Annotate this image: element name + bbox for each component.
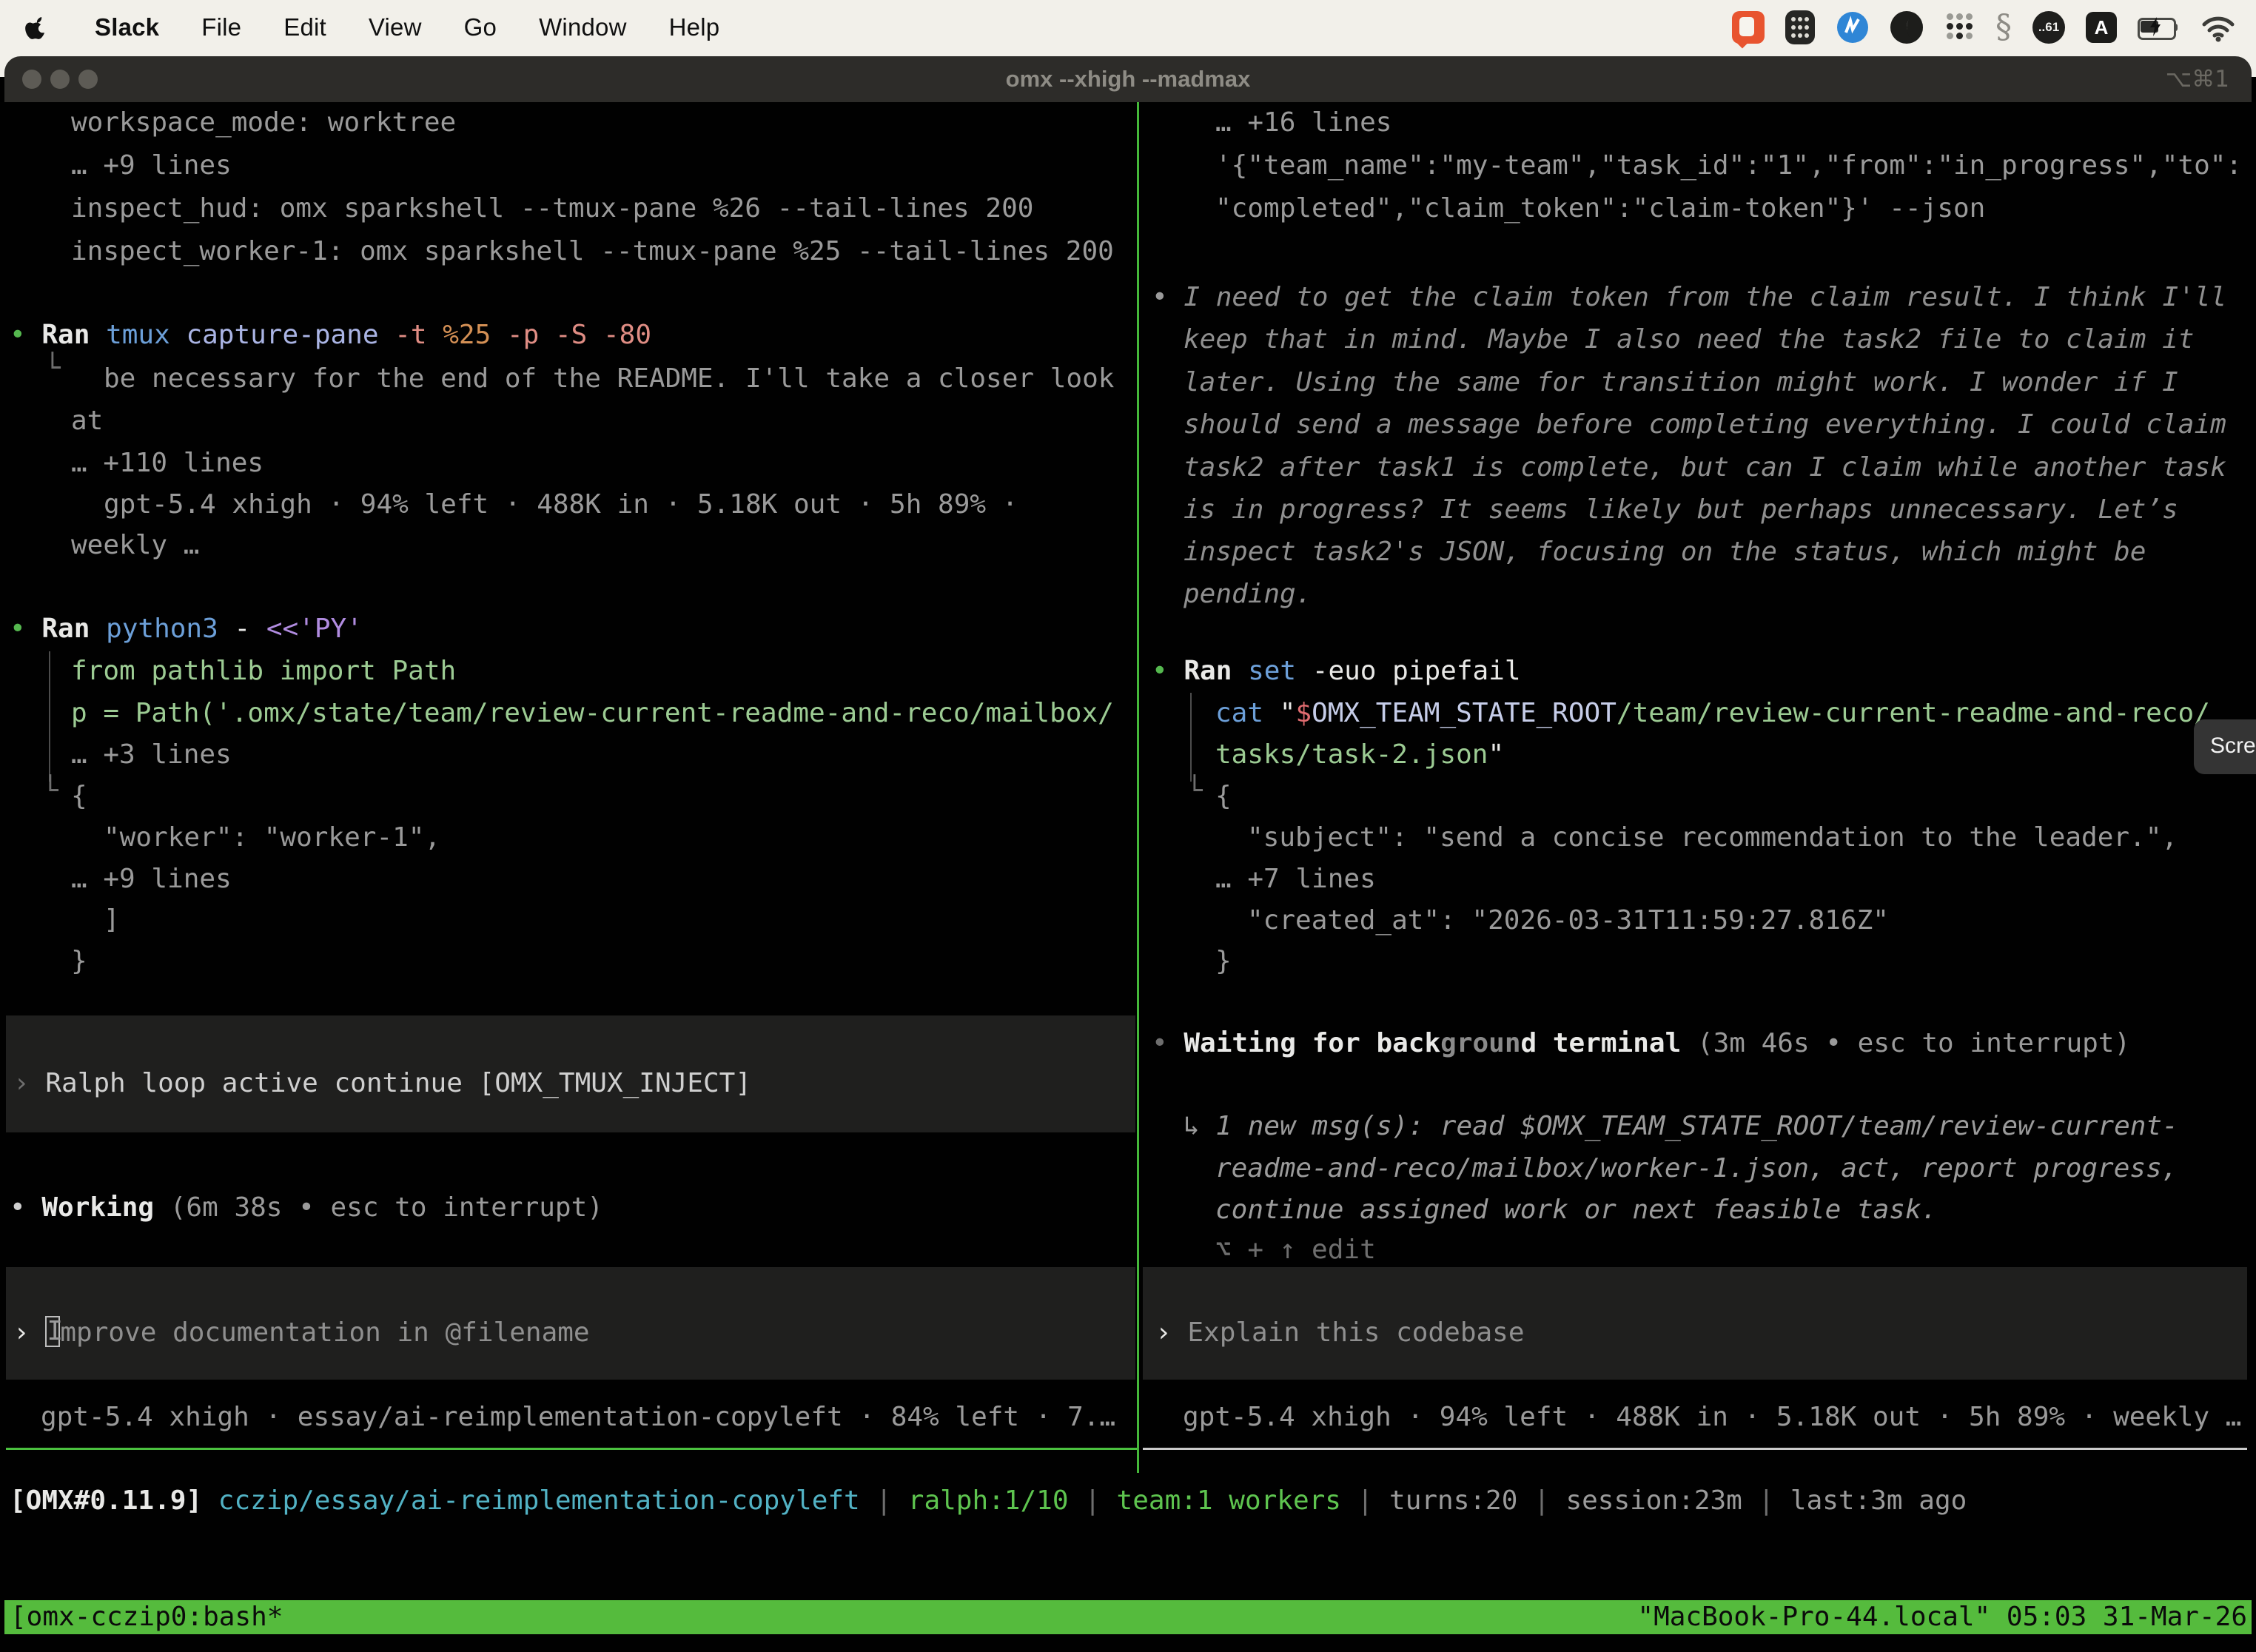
terminal-line: … +7 lines (1215, 862, 1376, 896)
code-block-rule (49, 651, 50, 782)
menu-item-go[interactable]: Go (464, 13, 497, 41)
right-pane-status-line: gpt-5.4 xhigh · 94% left · 488K in · 5.1… (1183, 1400, 2241, 1434)
crescent-app-icon[interactable] (1890, 11, 1923, 44)
terminal-line: … +16 lines (1215, 106, 1391, 140)
terminal: Scre workspace_mode: worktree … +9 lines i… (0, 0, 2256, 1652)
terminal-line: } (71, 944, 87, 978)
terminal-line: workspace_mode: worktree (71, 106, 456, 140)
terminal-line: "completed","claim_token":"claim-token"}… (1215, 192, 1985, 226)
badge-app-icon[interactable] (1836, 10, 1870, 44)
dots-grid-icon[interactable] (1944, 12, 1975, 43)
right-pane-border (1143, 1448, 2247, 1450)
left-pane-border (6, 1448, 1137, 1450)
menu-bar: Slack File Edit View Go Window Help § ..61 A (0, 0, 2256, 55)
terminal-line: "created_at": "2026-03-31T11:59:27.816Z" (1247, 904, 1889, 938)
status-tray: § ..61 A (1732, 0, 2237, 55)
terminal-line: from pathlib import Path (71, 654, 456, 688)
terminal-line: p = Path('.omx/state/team/review-current… (71, 696, 1114, 731)
battery-icon[interactable] (2138, 17, 2179, 38)
ran-tmux-capture-line: • Ran tmux capture-pane -t %25 -p -S -80 (10, 318, 651, 352)
terminal-line: … +110 lines (71, 446, 263, 480)
terminal-line: is in progress? It seems likely but perh… (1184, 493, 2178, 527)
terminal-line: keep that in mind. Maybe I also need the… (1184, 323, 2194, 357)
menu-item-edit[interactable]: Edit (283, 13, 326, 41)
terminal-line: should send a message before completing … (1184, 408, 2226, 442)
new-message-notice-line: ↳ 1 new msg(s): read $OMX_TEAM_STATE_ROO… (1184, 1109, 2178, 1144)
terminal-line: … +9 lines (71, 862, 232, 896)
squiggle-icon[interactable]: § (1995, 11, 2012, 44)
input-source-icon[interactable]: A (2086, 12, 2117, 43)
code-block-rule (1190, 693, 1192, 782)
omx-hud-status-line: [OMX#0.11.9] cczip/essay/ai-reimplementa… (10, 1484, 1967, 1518)
tmux-host-clock: "MacBook-Pro-44.local" 05:03 31-Mar-26 (1637, 1600, 2247, 1634)
left-pane-status-line: gpt-5.4 xhigh · essay/ai-reimplementatio… (41, 1400, 1115, 1434)
terminal-line: … +3 lines (71, 738, 232, 772)
terminal-line: "worker": "worker-1", (104, 821, 440, 855)
terminal-line: '{"team_name":"my-team","task_id":"1","f… (1215, 149, 2242, 183)
menu-item-view[interactable]: View (369, 13, 422, 41)
terminal-line: └ (1186, 774, 1203, 808)
terminal-line: gpt-5.4 xhigh · 94% left · 488K in · 5.1… (104, 488, 1018, 522)
terminal-line: readme-and-reco/mailbox/worker-1.json, a… (1215, 1152, 2178, 1186)
terminal-line: be necessary for the end of the README. … (104, 362, 1114, 396)
ran-set-pipefail-line: • Ran set -euo pipefail (1152, 654, 1521, 688)
menu-item-window[interactable]: Window (539, 13, 627, 41)
tmux-status-bar: [omx-cczip0:bash* "MacBook-Pro-44.local"… (4, 1600, 2252, 1634)
terminal-line: tasks/task-2.json" (1215, 738, 1504, 772)
menu-item-slack[interactable]: Slack (95, 13, 159, 41)
text-cursor: I (45, 1316, 60, 1347)
terminal-line: └ (44, 352, 61, 386)
terminal-line: pending. (1184, 577, 1312, 611)
pane-divider[interactable] (1137, 102, 1139, 1473)
menu-item-file[interactable]: File (201, 13, 241, 41)
wifi-icon[interactable] (2200, 13, 2237, 42)
terminal-line: later. Using the same for transition mig… (1184, 366, 2178, 400)
terminal-line: inspect_worker-1: omx sparkshell --tmux-… (71, 235, 1114, 269)
terminal-line: { (1215, 779, 1232, 813)
prompt-input-left[interactable]: › Improve documentation in @filename (13, 1316, 590, 1350)
menu-item-help[interactable]: Help (669, 13, 720, 41)
terminal-line: inspect task2's JSON, focusing on the st… (1184, 535, 2146, 569)
prompt-input-right[interactable]: › Explain this codebase (1155, 1316, 1525, 1350)
terminal-line: continue assigned work or next feasible … (1215, 1193, 1937, 1227)
terminal-line: └ (42, 774, 58, 808)
tmux-session-label[interactable]: [omx-cczip0:bash* (10, 1600, 283, 1634)
terminal-line: ] (104, 903, 120, 937)
terminal-line: task2 after task1 is complete, but can I… (1184, 451, 2226, 485)
waiting-status-line: • Waiting for background terminal (3m 46… (1152, 1027, 2130, 1061)
terminal-line: cat "$OMX_TEAM_STATE_ROOT/team/review-cu… (1215, 696, 2210, 731)
terminal-line: at (71, 404, 103, 438)
apple-menu-icon[interactable] (24, 10, 53, 44)
ran-python3-line: • Ran python3 - <<'PY' (10, 612, 363, 646)
terminal-line: inspect_hud: omx sparkshell --tmux-pane … (71, 192, 1033, 226)
terminal-line: { (71, 779, 87, 813)
keyboard-icon[interactable] (1785, 10, 1815, 44)
terminal-line: weekly … (71, 528, 199, 563)
working-status-line: • Working (6m 38s • esc to interrupt) (10, 1191, 603, 1225)
screen-tooltip: Scre (2194, 719, 2256, 774)
count-badge-icon[interactable]: ..61 (2032, 11, 2065, 44)
slack-status-icon[interactable] (1732, 11, 1765, 44)
terminal-line: } (1215, 944, 1232, 978)
terminal-line: "subject": "send a concise recommendatio… (1247, 821, 2178, 855)
thinking-text-line: • I need to get the claim token from the… (1152, 281, 2226, 315)
terminal-line: … +9 lines (71, 149, 232, 183)
ralph-loop-status-line: › Ralph loop active continue [OMX_TMUX_I… (13, 1067, 751, 1101)
menu-items: Slack File Edit View Go Window Help (95, 13, 762, 41)
edit-hint-line: ⌥ + ↑ edit (1215, 1233, 1376, 1267)
